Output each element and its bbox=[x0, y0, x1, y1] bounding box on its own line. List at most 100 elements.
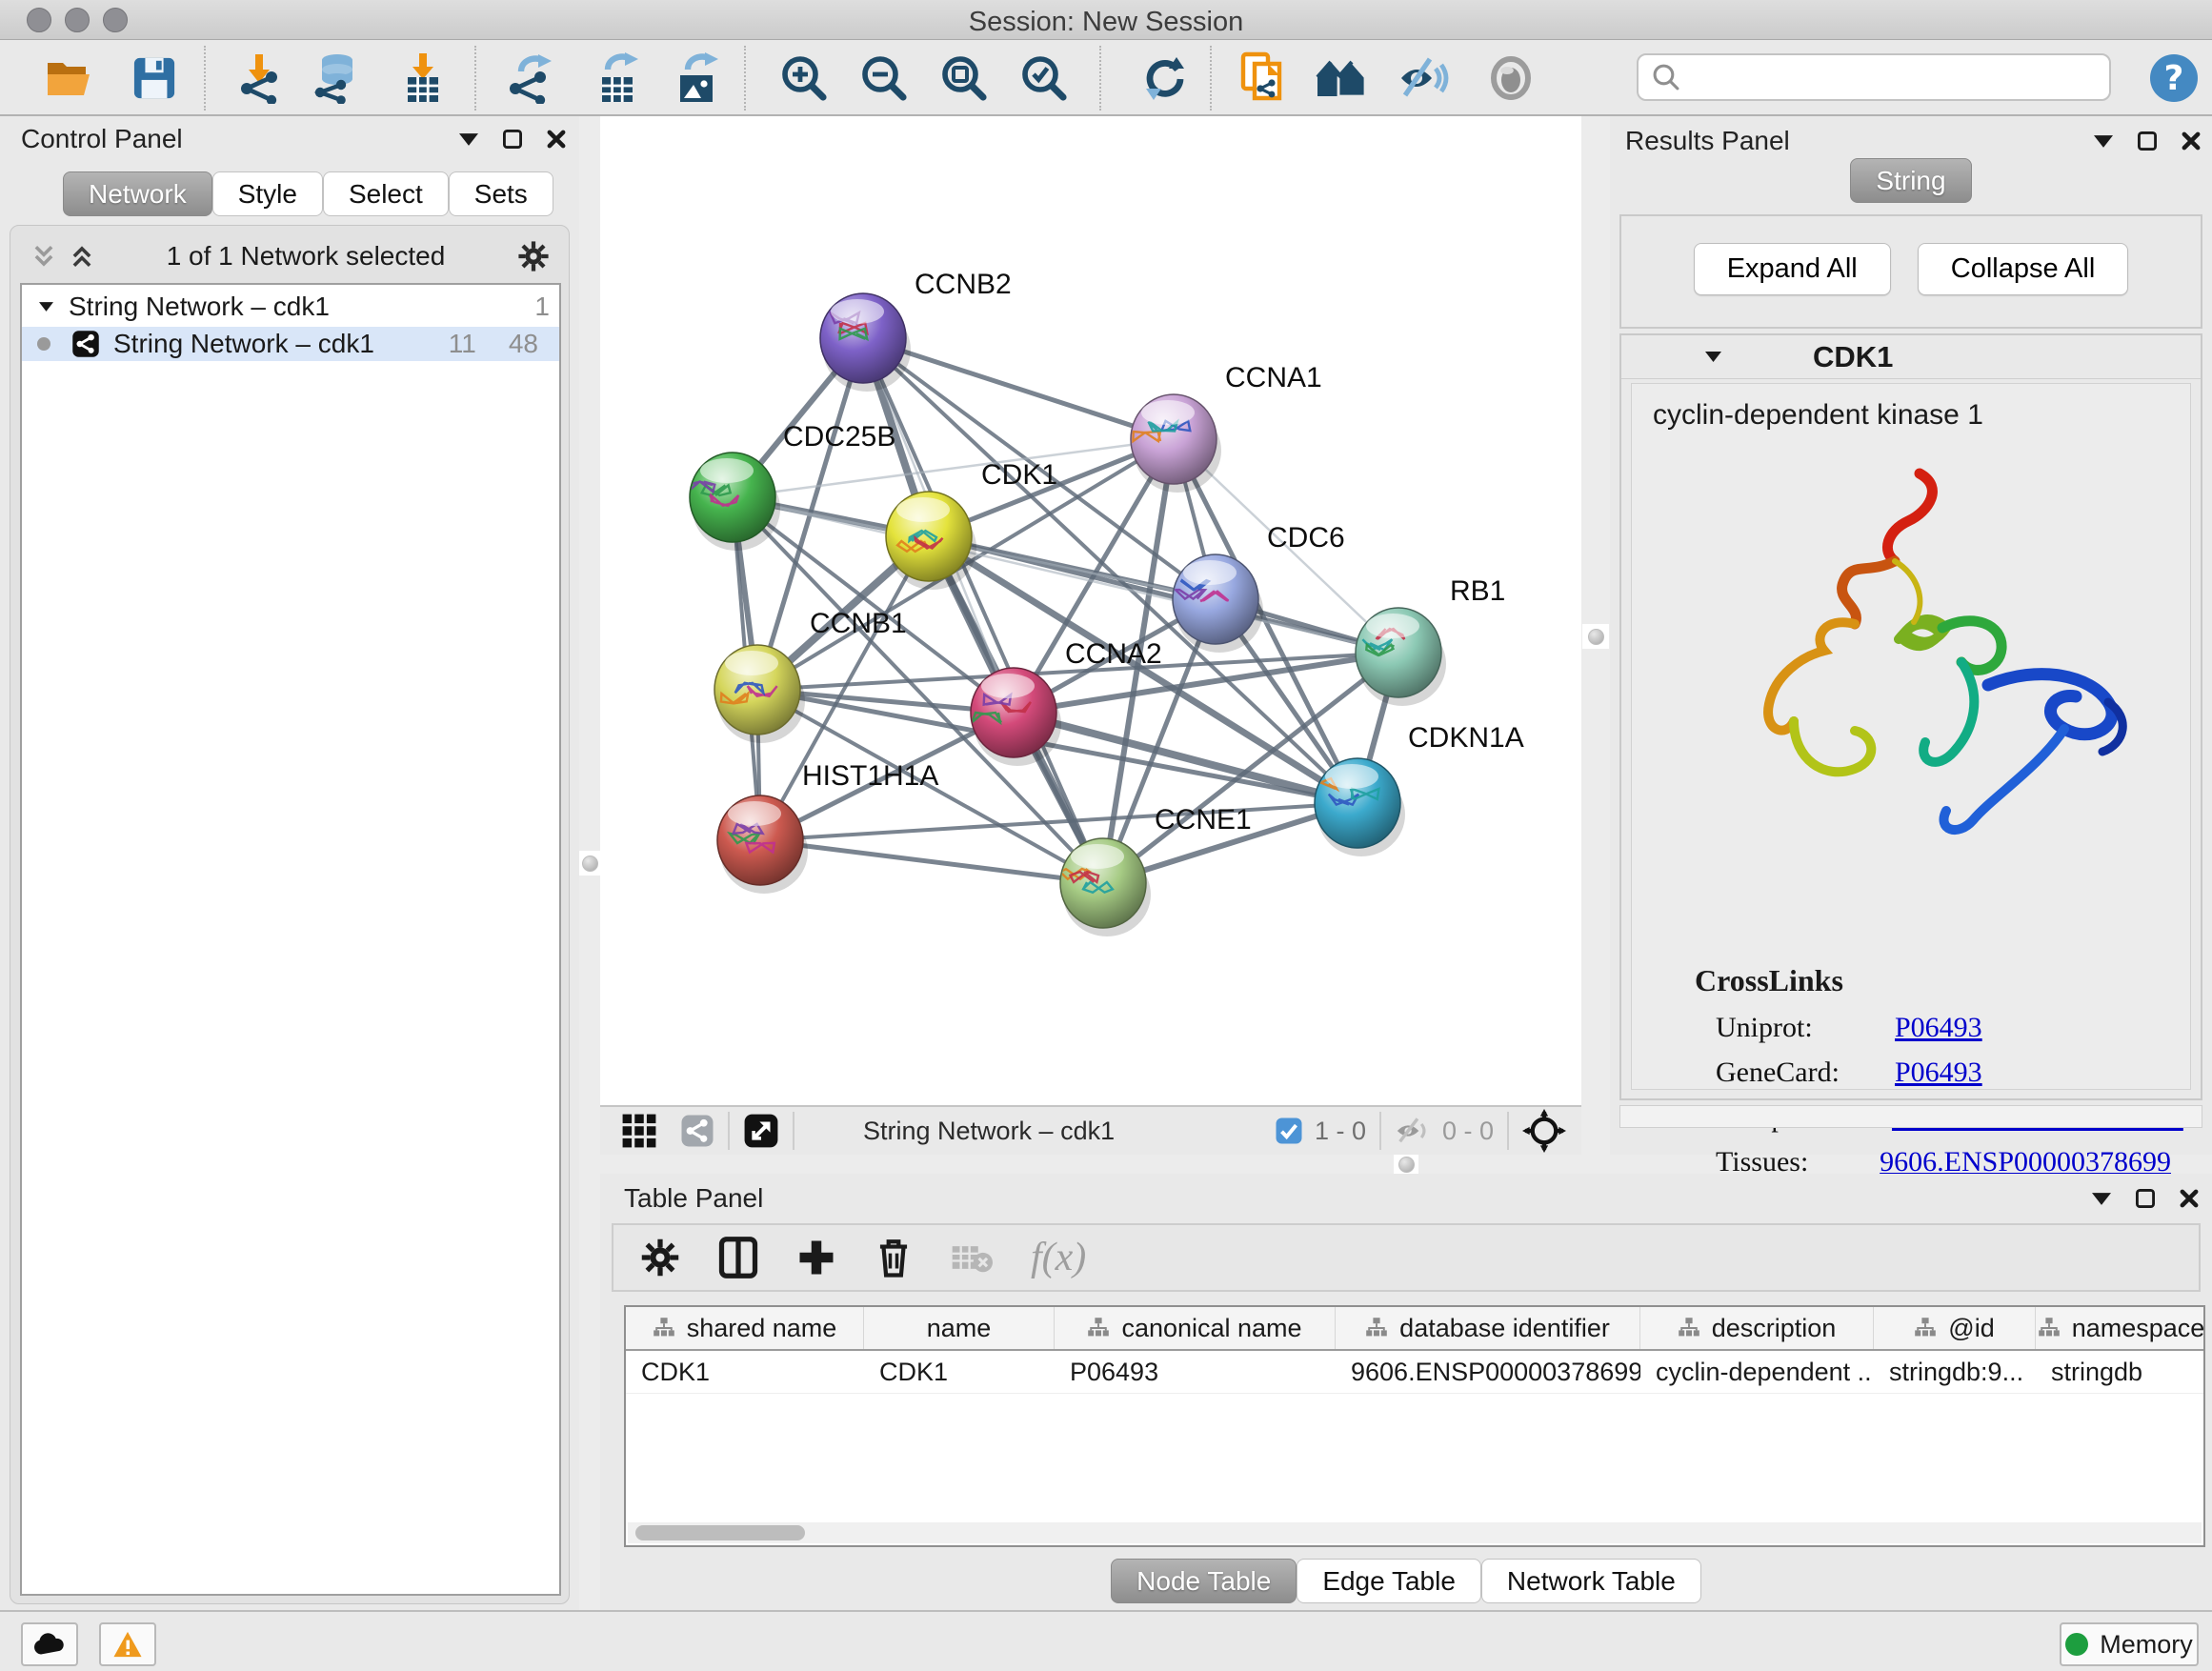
splitter-grip[interactable] bbox=[1394, 1155, 1418, 1174]
network-node-CCNA1[interactable]: CCNA1 bbox=[1131, 362, 1322, 493]
column-header-database-identifier[interactable]: database identifier bbox=[1336, 1307, 1640, 1349]
memory-status-dot bbox=[2065, 1633, 2088, 1656]
zoom-fit-button[interactable] bbox=[934, 48, 995, 109]
table-cell[interactable]: cyclin-dependent ... bbox=[1640, 1358, 1874, 1387]
tab-select[interactable]: Select bbox=[323, 171, 449, 216]
table-gear-icon[interactable] bbox=[640, 1238, 680, 1278]
table-cell[interactable]: 9606.ENSP00000378699 bbox=[1336, 1358, 1640, 1387]
horizontal-scrollbar[interactable] bbox=[628, 1522, 2202, 1543]
expand-all-button[interactable]: Expand All bbox=[1694, 243, 1891, 295]
column-header-shared-name[interactable]: shared name bbox=[626, 1307, 864, 1349]
network-view-icon[interactable] bbox=[680, 1114, 714, 1148]
import-network-file-button[interactable] bbox=[229, 48, 290, 109]
column-header-namespace[interactable]: namespace bbox=[2036, 1307, 2205, 1349]
toolbar-separator bbox=[474, 46, 476, 111]
toolbar-separator bbox=[1210, 46, 1212, 111]
section-disclosure-icon[interactable] bbox=[1705, 352, 1721, 362]
table-cell[interactable]: stringdb bbox=[2036, 1358, 2205, 1387]
column-header-name[interactable]: name bbox=[864, 1307, 1055, 1349]
table-row[interactable]: CDK1CDK1P064939606.ENSP00000378699cyclin… bbox=[626, 1351, 2203, 1394]
tab-network[interactable]: Network bbox=[63, 171, 212, 216]
help-button[interactable]: ? bbox=[2143, 48, 2204, 109]
network-node-CCNB2[interactable]: CCNB2 bbox=[820, 269, 1012, 392]
zoom-out-button[interactable] bbox=[854, 48, 915, 109]
selected-checkbox-icon[interactable] bbox=[1275, 1117, 1303, 1145]
crosslink-link[interactable]: P06493 bbox=[1895, 1057, 1982, 1089]
network-node-CDKN1A[interactable]: CDKN1A bbox=[1307, 722, 1523, 856]
export-image-icon bbox=[674, 52, 720, 104]
column-header-description[interactable]: description bbox=[1640, 1307, 1874, 1349]
zoom-in-button[interactable] bbox=[774, 48, 835, 109]
panel-menu-icon[interactable] bbox=[2092, 1193, 2111, 1205]
clone-network-button[interactable] bbox=[1233, 48, 1294, 109]
tab-node-table[interactable]: Node Table bbox=[1111, 1559, 1297, 1603]
birds-eye-view-button[interactable] bbox=[1311, 48, 1372, 109]
gear-icon[interactable] bbox=[517, 240, 550, 272]
search-input[interactable] bbox=[1690, 62, 2109, 93]
grid-view-icon[interactable] bbox=[621, 1113, 657, 1149]
network-node-CCNE1[interactable]: CCNE1 bbox=[1060, 804, 1252, 936]
network-node-CDC25B[interactable]: CDC25B bbox=[688, 421, 896, 551]
tab-sets[interactable]: Sets bbox=[449, 171, 553, 216]
cytoscape-window: Session: New Session bbox=[0, 0, 2212, 1671]
network-node-RB1[interactable]: RB1 bbox=[1356, 575, 1505, 706]
network-view-title: String Network – cdk1 bbox=[863, 1117, 1115, 1146]
table-cell[interactable]: CDK1 bbox=[864, 1358, 1055, 1387]
network-node-HIST1H1A[interactable]: HIST1H1A bbox=[717, 760, 938, 894]
export-image-button[interactable] bbox=[667, 48, 728, 109]
table-cell[interactable]: stringdb:9... bbox=[1874, 1358, 2036, 1387]
column-header-canonical-name[interactable]: canonical name bbox=[1055, 1307, 1336, 1349]
close-panel-icon[interactable] bbox=[547, 130, 566, 149]
tab-style[interactable]: Style bbox=[212, 171, 323, 216]
memory-button[interactable]: Memory bbox=[2060, 1622, 2199, 1666]
tab-string[interactable]: String bbox=[1850, 158, 1971, 203]
gene-details: cyclin-dependent kinase 1 bbox=[1631, 383, 2191, 1090]
expand-all-icon[interactable] bbox=[70, 244, 94, 269]
close-panel-icon[interactable] bbox=[2180, 1189, 2199, 1208]
splitter-grip[interactable] bbox=[1582, 624, 1609, 649]
delete-column-icon[interactable] bbox=[875, 1237, 913, 1278]
network-edge-CCNE1-HIST1H1A[interactable] bbox=[760, 840, 1103, 883]
export-network-button[interactable] bbox=[499, 48, 560, 109]
import-network-database-button[interactable] bbox=[305, 48, 366, 109]
table-cell[interactable]: P06493 bbox=[1055, 1358, 1336, 1387]
add-column-icon[interactable] bbox=[796, 1238, 836, 1278]
gray-eye-icon bbox=[1488, 55, 1534, 101]
collapse-all-button[interactable]: Collapse All bbox=[1918, 243, 2129, 295]
float-panel-icon[interactable] bbox=[2138, 131, 2157, 151]
control-panel-tabs: Network Style Select Sets bbox=[63, 171, 553, 216]
detach-view-icon[interactable] bbox=[743, 1113, 779, 1149]
gene-section-header[interactable]: CDK1 bbox=[1621, 335, 2201, 379]
panel-menu-icon[interactable] bbox=[459, 133, 478, 146]
network-row-selected[interactable]: String Network – cdk1 11 48 bbox=[22, 327, 559, 361]
panel-menu-icon[interactable] bbox=[2094, 135, 2113, 148]
open-session-button[interactable] bbox=[40, 48, 101, 109]
splitter-grip[interactable] bbox=[579, 851, 600, 876]
show-all-button[interactable] bbox=[1480, 48, 1541, 109]
crosshair-icon[interactable] bbox=[1522, 1109, 1566, 1153]
show-columns-icon[interactable] bbox=[718, 1236, 758, 1279]
table-cell[interactable]: CDK1 bbox=[626, 1358, 864, 1387]
close-panel-icon[interactable] bbox=[2182, 131, 2201, 151]
cloud-status-button[interactable] bbox=[21, 1622, 78, 1666]
warnings-button[interactable] bbox=[99, 1622, 156, 1666]
collection-disclosure-icon[interactable] bbox=[39, 302, 53, 312]
network-collection-row[interactable]: String Network – cdk1 1 bbox=[22, 291, 559, 323]
zoom-selected-button[interactable] bbox=[1014, 48, 1075, 109]
save-session-button[interactable] bbox=[124, 48, 185, 109]
scrollbar-thumb[interactable] bbox=[635, 1525, 805, 1540]
refresh-view-button[interactable] bbox=[1134, 48, 1195, 109]
export-table-button[interactable] bbox=[587, 48, 648, 109]
hide-selected-button[interactable] bbox=[1393, 48, 1454, 109]
tab-network-table[interactable]: Network Table bbox=[1481, 1559, 1701, 1603]
column-header--id[interactable]: @id bbox=[1874, 1307, 2036, 1349]
crosslink-link[interactable]: P06493 bbox=[1895, 1012, 1982, 1044]
float-panel-icon[interactable] bbox=[2136, 1189, 2155, 1208]
table-panel: Table Panel bbox=[600, 1174, 2212, 1610]
import-table-button[interactable] bbox=[392, 48, 453, 109]
float-panel-icon[interactable] bbox=[503, 130, 522, 149]
network-canvas[interactable]: CCNB2CCNA1CDC25BCDK1CDC6RB1CCNB1CCNA2CDK… bbox=[600, 116, 1581, 1105]
hidden-node-edge-counts: 0 - 0 bbox=[1442, 1117, 1494, 1146]
collapse-all-icon[interactable] bbox=[31, 244, 56, 269]
tab-edge-table[interactable]: Edge Table bbox=[1297, 1559, 1481, 1603]
